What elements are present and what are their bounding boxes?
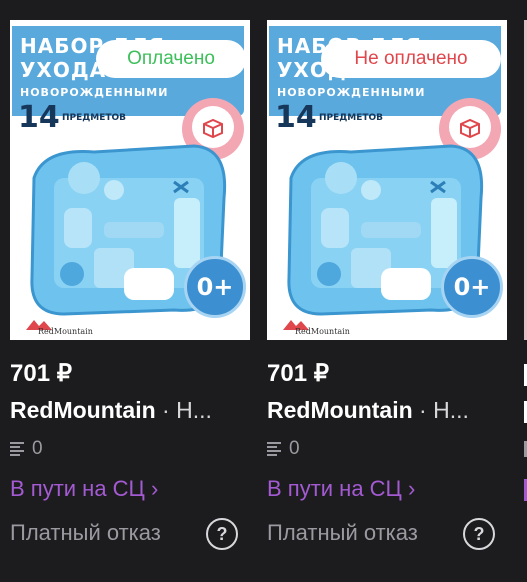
refund-label: Платный отказ <box>267 520 418 545</box>
delivery-status-link[interactable]: В пути на СЦ › <box>267 476 415 502</box>
help-icon[interactable]: ? <box>463 518 495 550</box>
brand-name: RedMountain <box>10 397 156 423</box>
list-icon <box>267 441 281 456</box>
reviews-count: 0 <box>267 438 300 460</box>
image-count: 14 <box>18 100 60 135</box>
payment-status-badge: Оплачено <box>96 40 246 78</box>
help-icon[interactable]: ? <box>206 518 238 550</box>
gift-box-icon <box>203 118 223 139</box>
banner-line: НОВОРОЖДЕННЫМИ <box>277 86 426 99</box>
delivery-status-link[interactable]: В пути на СЦ › <box>10 476 158 502</box>
product-title[interactable]: RedMountain · Н... <box>10 397 250 424</box>
age-badge: 0+ <box>441 256 503 318</box>
reviews-count-value: 0 <box>32 438 43 459</box>
price: 701 ₽ <box>267 360 329 387</box>
brand-logo: RedMountain <box>26 318 93 338</box>
product-image[interactable]: НАБОР ДЛЯ УХОДА ЗА НОВОРОЖДЕННЫМИ 14 ПРЕ… <box>10 20 250 340</box>
image-count-label: ПРЕДМЕТОВ <box>319 113 384 123</box>
title-rest: · Н... <box>412 397 469 423</box>
payment-status-badge: Не оплачено <box>321 40 501 78</box>
brand-name: RedMountain <box>267 397 413 423</box>
image-count-label: ПРЕДМЕТОВ <box>62 113 127 123</box>
product-card[interactable]: НАБОР ДЛЯ УХОДА ЗА НОВОРОЖДЕННЫМИ 14 ПРЕ… <box>10 20 250 550</box>
product-image[interactable]: НАБОР ДЛЯ УХОДА ЗА НОВОРОЖДЕННЫМИ 14 ПРЕ… <box>267 20 507 340</box>
reviews-count: 0 <box>10 438 43 460</box>
product-card[interactable]: НАБОР ДЛЯ УХОДА ЗА НОВОРОЖДЕННЫМИ 14 ПРЕ… <box>267 20 507 550</box>
orders-grid: НАБОР ДЛЯ УХОДА ЗА НОВОРОЖДЕННЫМИ 14 ПРЕ… <box>0 0 527 582</box>
image-count: 14 <box>275 100 317 135</box>
banner-line: НОВОРОЖДЕННЫМИ <box>20 86 169 99</box>
gift-box-icon <box>460 118 480 139</box>
title-rest: · Н... <box>155 397 212 423</box>
brand-logo: RedMountain <box>283 318 350 338</box>
list-icon <box>10 441 24 456</box>
product-title[interactable]: RedMountain · Н... <box>267 397 507 424</box>
reviews-count-value: 0 <box>289 438 300 459</box>
age-badge: 0+ <box>184 256 246 318</box>
price: 701 ₽ <box>10 360 72 387</box>
refund-label: Платный отказ <box>10 520 161 545</box>
